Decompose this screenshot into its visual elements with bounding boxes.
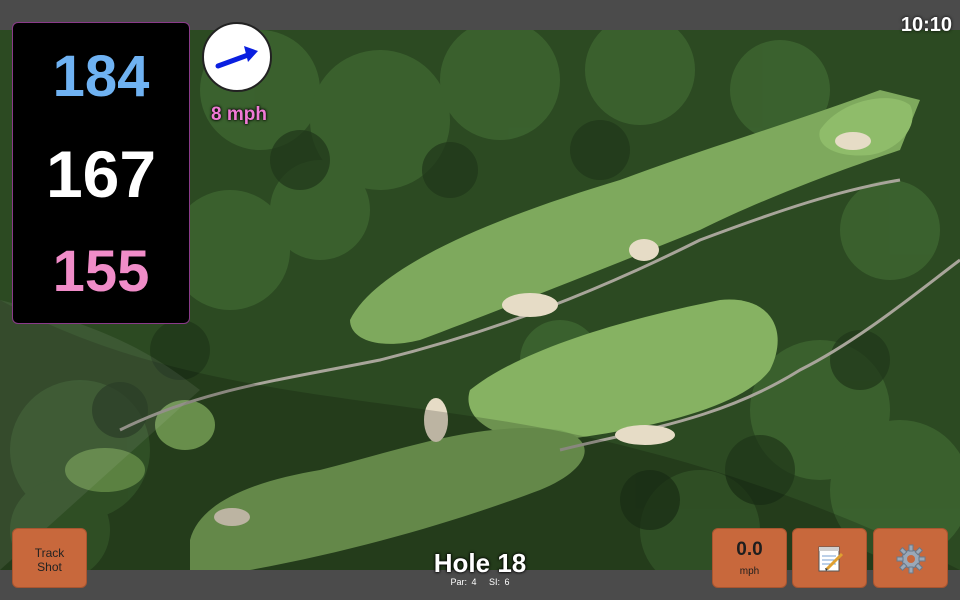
middle-distance: 167 — [45, 137, 157, 211]
wind-direction-indicator — [202, 22, 272, 92]
track-shot-label-line2: Shot — [37, 560, 62, 574]
clock-time: 10:10 — [900, 14, 952, 36]
notes-button[interactable] — [792, 528, 867, 588]
track-shot-button[interactable]: Track Shot — [12, 528, 87, 588]
wind-speed-button[interactable]: 0.0 mph — [712, 528, 787, 588]
settings-button[interactable] — [873, 528, 948, 588]
gear-icon — [896, 544, 926, 574]
wind-speed-value: 0.0 — [736, 539, 763, 560]
wind-speed-label: 8 mph — [211, 104, 267, 125]
hole-info: Par: 4 SI: 6 — [380, 577, 580, 587]
track-shot-label-line1: Track — [34, 546, 65, 560]
back-distance: 184 — [52, 44, 150, 109]
front-distance: 155 — [52, 239, 150, 304]
distance-panel: 184 167 155 — [12, 22, 190, 324]
hole-par: Par: 4 — [450, 577, 477, 587]
notepad-icon — [818, 546, 844, 572]
wind-arrow-icon — [215, 46, 258, 69]
hole-title: Hole 18 — [433, 548, 527, 578]
hole-stroke-index: SI: 6 — [489, 577, 510, 587]
wind-speed-unit: mph — [739, 566, 760, 577]
